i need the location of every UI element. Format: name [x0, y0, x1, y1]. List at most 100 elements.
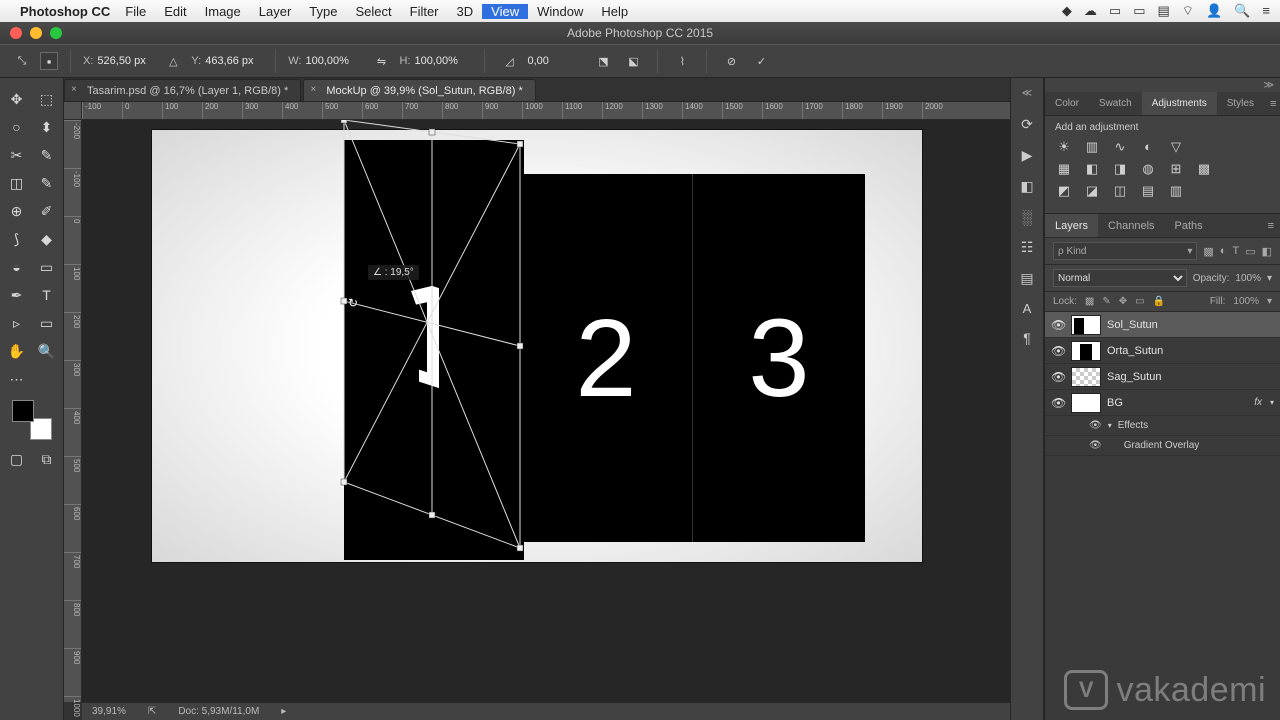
adj-curves-icon[interactable]: ∿	[1111, 139, 1129, 155]
tool-20[interactable]: ⋯	[3, 366, 31, 392]
tool-21[interactable]	[33, 366, 61, 392]
menu-file[interactable]: File	[116, 4, 155, 19]
lock-brush-icon[interactable]: ✎	[1102, 296, 1110, 307]
layer-effects[interactable]: 👁▾ Effects	[1045, 416, 1280, 436]
h-value[interactable]: 100,00%	[414, 55, 468, 67]
doc-tab-1[interactable]: ×MockUp @ 39,9% (Sol_Sutun, RGB/8) *	[303, 79, 535, 101]
tab-channels[interactable]: Channels	[1098, 214, 1164, 237]
transform-tool-icon[interactable]: ⤡	[10, 50, 34, 72]
commit-transform-icon[interactable]: ✓	[749, 50, 773, 72]
adj-posterize-icon[interactable]: ◪	[1083, 183, 1101, 199]
menu-window[interactable]: Window	[528, 4, 592, 19]
app-name[interactable]: Photoshop CC	[20, 4, 110, 19]
visibility-icon[interactable]: 👁	[1051, 344, 1065, 358]
tab-paths[interactable]: Paths	[1165, 214, 1213, 237]
close-icon[interactable]	[10, 27, 22, 39]
menu-filter[interactable]: Filter	[401, 4, 448, 19]
adj-invert-icon[interactable]: ◩	[1055, 183, 1073, 199]
tool-4[interactable]: ✂	[3, 142, 31, 168]
export-icon[interactable]: ⇱	[148, 706, 156, 717]
tool-12[interactable]: ◒	[3, 254, 31, 280]
ruler-horizontal[interactable]: -100010020030040050060070080090010001100…	[82, 102, 1010, 120]
tool-1[interactable]: ⬚	[33, 86, 61, 112]
adj-bw-icon[interactable]: ◨	[1111, 161, 1129, 177]
cloud-icon[interactable]: ☁	[1084, 3, 1097, 19]
date-icon[interactable]: ▤	[1158, 3, 1170, 19]
cancel-transform-icon[interactable]: ⊘	[719, 50, 743, 72]
adj-lookup-icon[interactable]: ▩	[1195, 161, 1213, 177]
tool-17[interactable]: ▭	[33, 310, 61, 336]
skew-v-icon[interactable]: ⬕	[621, 50, 645, 72]
tool-13[interactable]: ▭	[33, 254, 61, 280]
tool-0[interactable]: ✥	[3, 86, 31, 112]
tool-18[interactable]: ✋	[3, 338, 31, 364]
doc-size[interactable]: Doc: 5,93M/11,0M	[178, 706, 259, 717]
menu-3d[interactable]: 3D	[448, 4, 483, 19]
lock-pixels-icon[interactable]: ▩	[1085, 296, 1094, 307]
tool-11[interactable]: ◆	[33, 226, 61, 252]
visibility-icon[interactable]: 👁	[1051, 370, 1065, 384]
collapse-dock-icon[interactable]: ≫	[1045, 78, 1280, 92]
link-wh-icon[interactable]: ⇋	[369, 50, 393, 72]
tool-14[interactable]: ✒	[3, 282, 31, 308]
delta-icon[interactable]: △	[161, 50, 185, 72]
layer-sol_sutun[interactable]: 👁Sol_Sutun	[1045, 312, 1280, 338]
canvas-stage[interactable]: 2 3	[82, 120, 1010, 702]
paragraph-icon[interactable]: ¶	[1023, 330, 1031, 346]
opacity-value[interactable]: 100%	[1235, 273, 1261, 284]
effect-gradient-overlay[interactable]: 👁Gradient Overlay	[1045, 436, 1280, 456]
panel-menu-icon[interactable]: ≡	[1264, 98, 1280, 110]
foreground-background-swatch[interactable]	[12, 400, 52, 440]
tab-color[interactable]: Color	[1045, 92, 1089, 115]
tool-15[interactable]: T	[33, 282, 61, 308]
close-tab-icon[interactable]: ×	[310, 84, 316, 95]
rotation-value[interactable]: 0,00	[527, 55, 581, 67]
layer-orta_sutun[interactable]: 👁Orta_Sutun	[1045, 338, 1280, 364]
info-icon[interactable]: ░	[1022, 209, 1032, 225]
spotlight-icon[interactable]: 🔍	[1234, 3, 1250, 19]
visibility-icon[interactable]: 👁	[1051, 318, 1065, 332]
adj-balance-icon[interactable]: ◧	[1083, 161, 1101, 177]
filter-adjust-icon[interactable]: ◐	[1220, 245, 1227, 257]
tool-2[interactable]: ○	[3, 114, 31, 140]
fill-flyout-icon[interactable]: ▾	[1267, 296, 1272, 307]
menu-help[interactable]: Help	[592, 4, 637, 19]
quickmask-icon[interactable]: ▢	[3, 446, 31, 472]
adj-photofilter-icon[interactable]: ◍	[1139, 161, 1157, 177]
tool-6[interactable]: ◫	[3, 170, 31, 196]
menu-view[interactable]: View	[482, 4, 528, 19]
menu-type[interactable]: Type	[300, 4, 346, 19]
filter-shape-icon[interactable]: ▭	[1245, 245, 1255, 258]
blend-mode-select[interactable]: Normal	[1053, 269, 1187, 287]
hamburger-icon[interactable]: ≡	[1262, 3, 1270, 19]
adj-levels-icon[interactable]: ▥	[1083, 139, 1101, 155]
adj-gradientmap-icon[interactable]: ▤	[1139, 183, 1157, 199]
tab-styles[interactable]: Styles	[1217, 92, 1264, 115]
menu-layer[interactable]: Layer	[250, 4, 301, 19]
wifi-icon[interactable]: ⌔	[1182, 3, 1194, 19]
navigator-icon[interactable]: ☷	[1021, 239, 1034, 256]
filter-smart-icon[interactable]: ◧	[1262, 245, 1272, 258]
minimize-icon[interactable]	[30, 27, 42, 39]
lock-position-icon[interactable]: ✥	[1119, 296, 1127, 307]
w-value[interactable]: 100,00%	[305, 55, 359, 67]
lock-artboard-icon[interactable]: ▭	[1135, 296, 1144, 307]
user-icon[interactable]: 👤	[1206, 3, 1222, 19]
adj-hue-icon[interactable]: ▦	[1055, 161, 1073, 177]
zoom-readout[interactable]: 39,91%	[92, 706, 126, 717]
tab-adjustments[interactable]: Adjustments	[1142, 92, 1217, 115]
tab-layers[interactable]: Layers	[1045, 214, 1098, 237]
status-flyout-icon[interactable]: ▸	[281, 706, 286, 717]
visibility-icon[interactable]: 👁	[1051, 396, 1065, 410]
filter-type-icon[interactable]: T	[1232, 245, 1239, 257]
tool-9[interactable]: ✐	[33, 198, 61, 224]
lock-all-icon[interactable]: 🔒	[1153, 296, 1165, 307]
zoom-icon[interactable]	[50, 27, 62, 39]
layer-bg[interactable]: 👁BGfx▾	[1045, 390, 1280, 416]
mirror-icon[interactable]: ▭	[1133, 3, 1145, 19]
filter-pixel-icon[interactable]: ▩	[1203, 245, 1213, 258]
x-value[interactable]: 526,50 px	[97, 55, 151, 67]
opacity-flyout-icon[interactable]: ▾	[1267, 273, 1272, 284]
display-icon[interactable]: ▭	[1109, 3, 1121, 19]
adj-mixer-icon[interactable]: ⊞	[1167, 161, 1185, 177]
